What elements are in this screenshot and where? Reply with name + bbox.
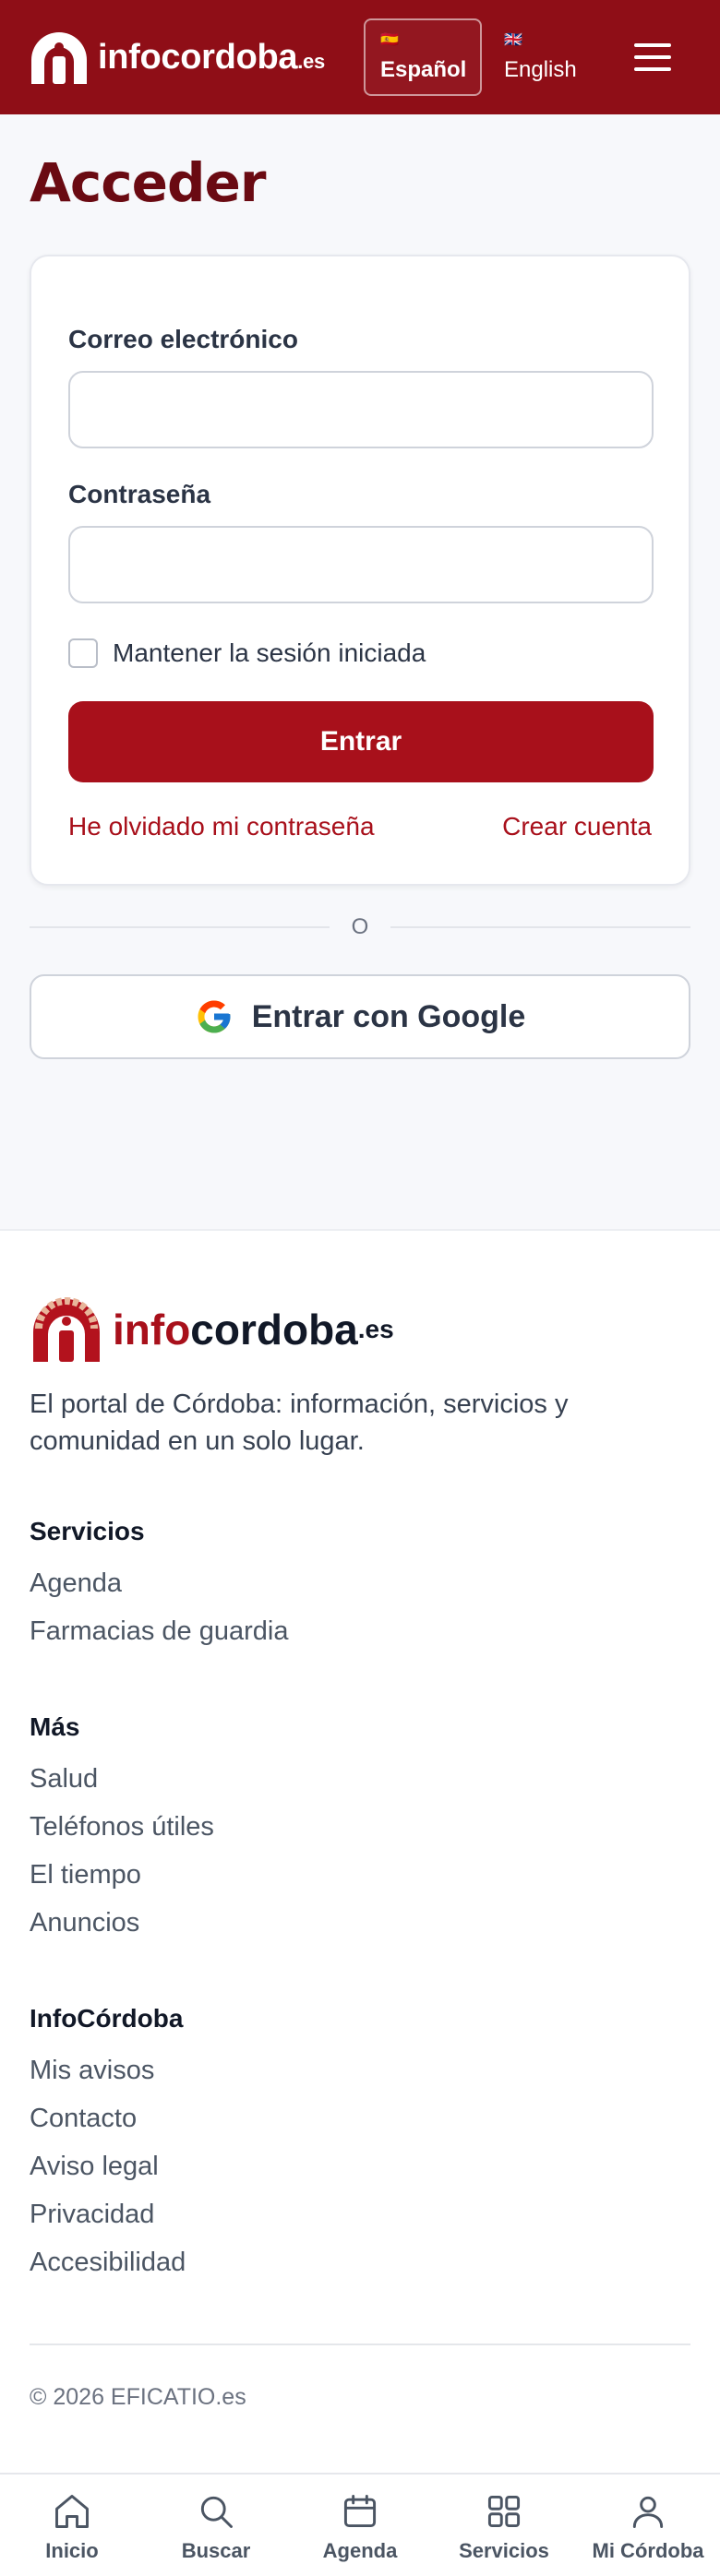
footer-link-agenda[interactable]: Agenda	[30, 1568, 122, 1599]
footer-link-salud[interactable]: Salud	[30, 1764, 98, 1795]
email-field[interactable]	[68, 371, 654, 448]
footer-link-telefonos[interactable]: Teléfonos útiles	[30, 1812, 214, 1843]
language-option-en[interactable]: 🇬🇧 English	[489, 18, 609, 96]
remember-me-row[interactable]: Mantener la sesión iniciada	[68, 638, 426, 668]
nav-item-agenda[interactable]: Agenda	[288, 2475, 432, 2576]
nav-item-mi-cordoba[interactable]: Mi Córdoba	[576, 2475, 720, 2576]
nav-label: Servicios	[459, 2539, 549, 2562]
footer-description: El portal de Córdoba: información, servi…	[30, 1389, 569, 1456]
footer-logo-tld: .es	[357, 1315, 394, 1343]
forgot-password-link[interactable]: He olvidado mi contraseña	[68, 812, 375, 841]
language-option-es[interactable]: 🇪🇸 Español	[364, 18, 482, 96]
site-footer: info cordoba .es El portal de Córdoba: inf…	[0, 1229, 720, 2473]
password-field[interactable]	[68, 526, 654, 603]
nav-item-inicio[interactable]: Inicio	[0, 2475, 144, 2576]
language-label: Español	[380, 57, 467, 82]
nav-label: Mi Córdoba	[592, 2539, 704, 2562]
site-header: infocordoba.es 🇪🇸 Español 🇬🇧 English	[0, 0, 720, 114]
footer-link-farmacias[interactable]: Farmacias de guardia	[30, 1616, 288, 1647]
footer-copyright: © 2026 EFICATIO.es	[30, 2384, 246, 2410]
main-content: Acceder Correo electrónico Contraseña Ma…	[0, 114, 720, 1229]
login-form: Correo electrónico Contraseña Mantener l…	[30, 255, 690, 886]
footer-link-anuncios[interactable]: Anuncios	[30, 1908, 139, 1938]
spain-flag-icon: 🇪🇸	[380, 32, 399, 48]
footer-heading-servicios: Servicios	[30, 1517, 145, 1545]
create-account-link[interactable]: Crear cuenta	[502, 812, 652, 841]
site-logo[interactable]: infocordoba.es	[28, 29, 325, 86]
page-title: Acceder	[30, 151, 266, 214]
footer-logo-part1: info	[113, 1306, 191, 1354]
calendar-icon	[343, 2495, 377, 2528]
search-icon	[200, 2496, 233, 2528]
nav-label: Inicio	[45, 2539, 99, 2562]
footer-divider	[30, 2343, 690, 2345]
mosque-arch-logo-icon	[31, 32, 87, 84]
remember-me-checkbox[interactable]	[68, 638, 98, 668]
google-signin-button[interactable]: Entrar con Google	[30, 974, 690, 1059]
nav-item-buscar[interactable]: Buscar	[144, 2475, 288, 2576]
bottom-navigation: Inicio Buscar Agenda Servicios Mi Córdob…	[0, 2473, 720, 2576]
footer-link-accesibilidad[interactable]: Accesibilidad	[30, 2248, 186, 2278]
google-icon	[198, 1000, 231, 1033]
grid-icon	[487, 2495, 521, 2528]
nav-label: Buscar	[181, 2539, 251, 2562]
remember-me-label: Mantener la sesión iniciada	[113, 638, 426, 667]
footer-link-tiempo[interactable]: El tiempo	[30, 1860, 141, 1890]
email-label: Correo electrónico	[68, 325, 298, 353]
footer-link-contacto[interactable]: Contacto	[30, 2104, 137, 2134]
mosque-arch-logo-icon	[33, 1297, 100, 1362]
uk-flag-icon: 🇬🇧	[504, 32, 522, 48]
user-icon	[632, 2496, 664, 2528]
google-signin-label: Entrar con Google	[251, 998, 526, 1034]
nav-item-servicios[interactable]: Servicios	[432, 2475, 576, 2576]
footer-link-privacidad[interactable]: Privacidad	[30, 2200, 154, 2230]
or-text: O	[351, 914, 369, 939]
footer-logo-part2: cordoba	[190, 1306, 358, 1354]
footer-link-mis-avisos[interactable]: Mis avisos	[30, 2056, 154, 2086]
submit-button[interactable]: Entrar	[68, 701, 654, 782]
or-divider: O	[30, 913, 691, 941]
footer-heading-mas: Más	[30, 1712, 80, 1741]
logo-tld: .es	[297, 49, 325, 73]
nav-label: Agenda	[322, 2539, 398, 2562]
footer-link-aviso-legal[interactable]: Aviso legal	[30, 2152, 159, 2182]
language-label: English	[504, 57, 577, 82]
password-label: Contraseña	[68, 480, 211, 508]
logo-text: infocordoba	[98, 37, 298, 77]
hamburger-icon[interactable]	[630, 35, 676, 79]
footer-heading-infocordoba: InfoCórdoba	[30, 2004, 184, 2033]
footer-logo[interactable]: info cordoba .es	[30, 1295, 394, 1364]
home-icon	[55, 2495, 89, 2528]
